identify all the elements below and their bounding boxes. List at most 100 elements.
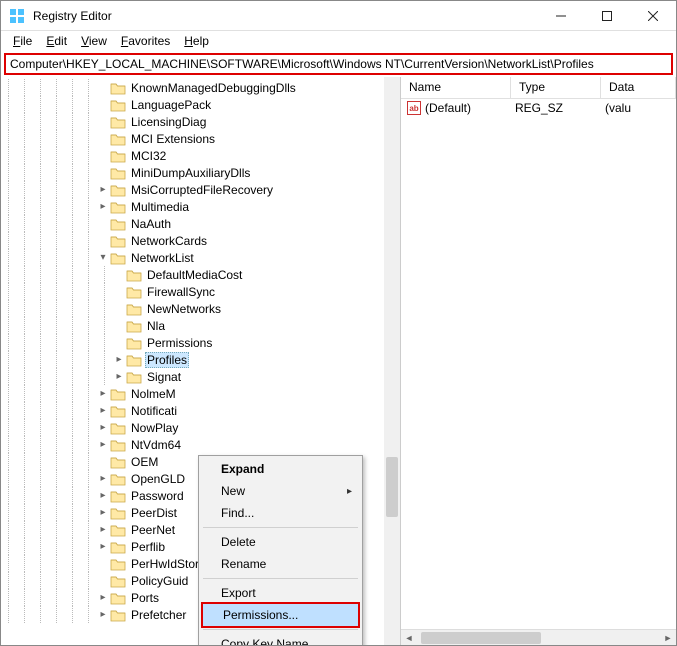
chevron-icon[interactable]: ▸ <box>97 422 109 433</box>
col-data[interactable]: Data <box>601 77 676 98</box>
tree-label[interactable]: LicensingDiag <box>129 115 208 129</box>
menu-view[interactable]: View <box>75 32 113 50</box>
tree-item[interactable]: ▸ Notificati <box>1 402 400 419</box>
chevron-icon[interactable]: ▸ <box>113 371 125 382</box>
chevron-icon[interactable]: ▸ <box>97 609 109 620</box>
tree-label[interactable]: OEM <box>129 455 160 469</box>
tree-label[interactable]: Permissions <box>145 336 214 350</box>
tree-label[interactable]: KnownManagedDebuggingDlls <box>129 81 298 95</box>
chevron-icon[interactable]: ▸ <box>97 473 109 484</box>
tree-label[interactable]: FirewallSync <box>145 285 217 299</box>
chevron-icon[interactable]: ▸ <box>97 201 109 212</box>
close-button[interactable] <box>630 1 676 31</box>
tree-label[interactable]: NaAuth <box>129 217 173 231</box>
chevron-icon[interactable]: ▸ <box>113 354 125 365</box>
menu-file[interactable]: File <box>7 32 38 50</box>
tree-label[interactable]: Notificati <box>129 404 179 418</box>
ctx-item-copy-key-name[interactable]: Copy Key Name <box>201 633 360 645</box>
tree-item[interactable]: ▸LanguagePack <box>1 96 400 113</box>
ctx-item-permissions[interactable]: Permissions... <box>201 602 360 628</box>
tree-item[interactable]: ▸NaAuth <box>1 215 400 232</box>
tree-label[interactable]: PolicyGuid <box>129 574 190 588</box>
ctx-item-expand[interactable]: Expand <box>201 458 360 480</box>
tree-item[interactable]: ▸ Multimedia <box>1 198 400 215</box>
tree-label[interactable]: PeerDist <box>129 506 179 520</box>
chevron-icon[interactable]: ▸ <box>97 405 109 416</box>
tree-item[interactable]: ▸Nla <box>1 317 400 334</box>
folder-icon <box>110 489 126 503</box>
chevron-icon[interactable]: ▸ <box>97 507 109 518</box>
values-hscroll[interactable]: ◄ ► <box>401 629 676 645</box>
ctx-item-find[interactable]: Find... <box>201 502 360 524</box>
col-name[interactable]: Name <box>401 77 511 98</box>
tree-label[interactable]: PeerNet <box>129 523 177 537</box>
maximize-button[interactable] <box>584 1 630 31</box>
address-bar[interactable] <box>10 57 667 71</box>
tree-label[interactable]: Signat <box>145 370 183 384</box>
tree-item[interactable]: ▸MiniDumpAuxiliaryDlls <box>1 164 400 181</box>
tree-scrollbar[interactable] <box>384 77 400 645</box>
scroll-right-icon[interactable]: ► <box>660 630 676 645</box>
tree-item[interactable]: ▾ NetworkList <box>1 249 400 266</box>
tree-label[interactable]: Password <box>129 489 186 503</box>
tree-item[interactable]: ▸FirewallSync <box>1 283 400 300</box>
tree-label[interactable]: Prefetcher <box>129 608 188 622</box>
tree-label[interactable]: MCI32 <box>129 149 168 163</box>
tree-label[interactable]: MsiCorruptedFileRecovery <box>129 183 275 197</box>
tree-item[interactable]: ▸KnownManagedDebuggingDlls <box>1 79 400 96</box>
scroll-left-icon[interactable]: ◄ <box>401 630 417 645</box>
chevron-icon[interactable]: ▸ <box>97 524 109 535</box>
tree-label[interactable]: NolmeM <box>129 387 178 401</box>
values-body[interactable]: ab (Default) REG_SZ (valu <box>401 99 676 629</box>
tree-item[interactable]: ▸MCI Extensions <box>1 130 400 147</box>
tree-label[interactable]: MCI Extensions <box>129 132 217 146</box>
tree-item[interactable]: ▸NetworkCards <box>1 232 400 249</box>
menu-favorites[interactable]: Favorites <box>115 32 176 50</box>
scrollbar-thumb[interactable] <box>386 457 398 517</box>
tree-item[interactable]: ▸LicensingDiag <box>1 113 400 130</box>
chevron-icon[interactable]: ▸ <box>97 388 109 399</box>
tree-label[interactable]: MiniDumpAuxiliaryDlls <box>129 166 252 180</box>
chevron-icon[interactable]: ▸ <box>97 184 109 195</box>
minimize-button[interactable] <box>538 1 584 31</box>
tree-item[interactable]: ▸ MsiCorruptedFileRecovery <box>1 181 400 198</box>
tree-label[interactable]: NtVdm64 <box>129 438 183 452</box>
tree-item[interactable]: ▸MCI32 <box>1 147 400 164</box>
ctx-item-delete[interactable]: Delete <box>201 531 360 553</box>
folder-icon <box>110 166 126 180</box>
tree-item[interactable]: ▸ NowPlay <box>1 419 400 436</box>
tree-label[interactable]: Perflib <box>129 540 167 554</box>
tree-label[interactable]: Nla <box>145 319 167 333</box>
menu-edit[interactable]: Edit <box>40 32 73 50</box>
tree-label[interactable]: NetworkList <box>129 251 196 265</box>
chevron-icon[interactable]: ▸ <box>97 592 109 603</box>
tree-label[interactable]: NowPlay <box>129 421 180 435</box>
tree-item[interactable]: ▸DefaultMediaCost <box>1 266 400 283</box>
tree-item[interactable]: ▸ Signat <box>1 368 400 385</box>
menu-help[interactable]: Help <box>178 32 215 50</box>
chevron-icon[interactable]: ▸ <box>97 439 109 450</box>
tree-label[interactable]: OpenGLD <box>129 472 187 486</box>
hscroll-thumb[interactable] <box>421 632 541 644</box>
col-type[interactable]: Type <box>511 77 601 98</box>
value-row[interactable]: ab (Default) REG_SZ (valu <box>401 99 676 117</box>
tree-item[interactable]: ▸ NolmeM <box>1 385 400 402</box>
tree-item[interactable]: ▸Permissions <box>1 334 400 351</box>
tree-label[interactable]: NetworkCards <box>129 234 209 248</box>
tree-label[interactable]: DefaultMediaCost <box>145 268 244 282</box>
ctx-item-export[interactable]: Export <box>201 582 360 604</box>
tree-label[interactable]: LanguagePack <box>129 98 213 112</box>
tree-item[interactable]: ▸NewNetworks <box>1 300 400 317</box>
tree-label[interactable]: Profiles <box>145 352 189 368</box>
chevron-icon[interactable]: ▸ <box>97 541 109 552</box>
tree-label[interactable]: Multimedia <box>129 200 191 214</box>
ctx-item-rename[interactable]: Rename <box>201 553 360 575</box>
ctx-item-new[interactable]: New▸ <box>201 480 360 502</box>
tree-label[interactable]: NewNetworks <box>145 302 223 316</box>
tree-item[interactable]: ▸ NtVdm64 <box>1 436 400 453</box>
tree-label[interactable]: Ports <box>129 591 161 605</box>
values-pane: Name Type Data ab (Default) REG_SZ (valu… <box>401 77 676 645</box>
tree-item[interactable]: ▸ Profiles <box>1 351 400 368</box>
chevron-icon[interactable]: ▸ <box>97 490 109 501</box>
chevron-icon[interactable]: ▾ <box>97 252 109 263</box>
